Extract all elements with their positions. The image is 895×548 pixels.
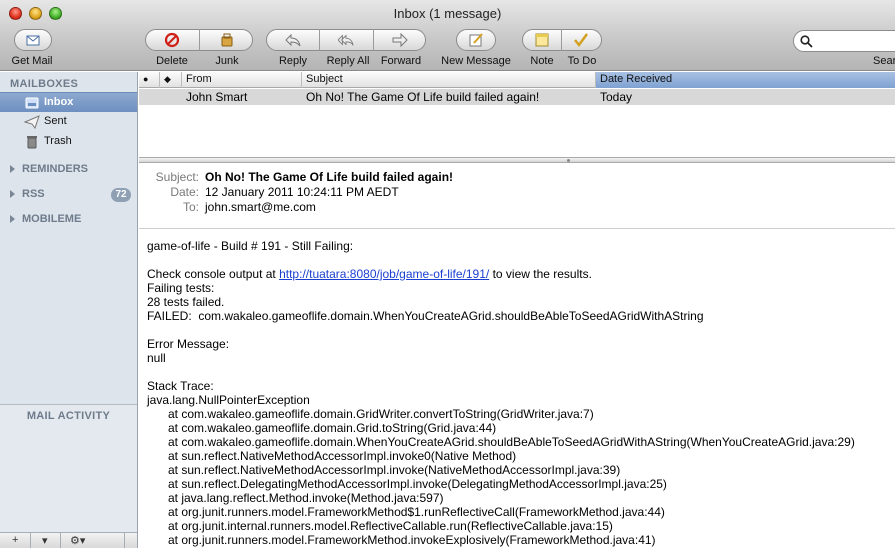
message-subject: Oh No! The Game Of Life build failed aga… bbox=[306, 90, 540, 104]
mail-activity-label: MAIL ACTIVITY bbox=[26, 410, 111, 422]
mail-activity-pane: MAIL ACTIVITY bbox=[0, 404, 137, 532]
mailboxes-header: MAILBOXES bbox=[10, 78, 79, 90]
sidebar-group-reminders[interactable]: REMINDERS bbox=[0, 161, 137, 179]
window-title: Inbox (1 message) bbox=[393, 6, 502, 21]
junk-icon[interactable] bbox=[219, 32, 235, 48]
column-flag[interactable]: ◆ bbox=[160, 72, 182, 88]
message-row[interactable]: John Smart Oh No! The Game Of Life build… bbox=[139, 89, 895, 105]
console-output-link[interactable]: http://tuatara:8080/job/game-of-life/191… bbox=[279, 267, 489, 281]
sidebar-item-sent[interactable]: Sent bbox=[0, 112, 137, 132]
sent-icon bbox=[24, 115, 40, 130]
stack-frame: at org.junit.runners.model.FrameworkMeth… bbox=[168, 533, 656, 547]
show-hide-dropdown-button[interactable]: ▾ bbox=[42, 534, 48, 547]
column-read-status[interactable]: ● bbox=[139, 72, 160, 88]
sidebar: MAILBOXES Inbox Sent Trash REMINDERS RSS… bbox=[0, 72, 138, 548]
stack-frame: at java.lang.reflect.Method.invoke(Metho… bbox=[168, 491, 444, 505]
forward-label: Forward bbox=[380, 55, 422, 67]
exception-line: java.lang.NullPointerException bbox=[147, 393, 310, 407]
search-label: Sear bbox=[873, 55, 895, 67]
stack-frame: at com.wakaleo.gameoflife.domain.WhenYou… bbox=[168, 435, 855, 449]
segment-divider bbox=[561, 29, 562, 51]
reply-icon[interactable] bbox=[285, 32, 301, 48]
stack-frame: at org.junit.internal.runners.model.Refl… bbox=[168, 519, 613, 533]
message-date: Today bbox=[600, 90, 633, 104]
build-status-line: game-of-life - Build # 191 - Still Faili… bbox=[147, 239, 354, 253]
message-date-value: 12 January 2011 10:24:11 PM AEDT bbox=[205, 185, 399, 199]
tests-failed-line: 28 tests failed. bbox=[147, 295, 225, 309]
junk-label: Junk bbox=[215, 55, 239, 67]
message-view: Subject: Oh No! The Game Of Life build f… bbox=[139, 163, 895, 548]
failing-tests-line: Failing tests: bbox=[147, 281, 215, 295]
sidebar-item-inbox[interactable]: Inbox bbox=[0, 92, 137, 112]
forward-icon[interactable] bbox=[392, 32, 408, 48]
stack-frame: at com.wakaleo.gameoflife.domain.GridWri… bbox=[168, 407, 594, 421]
console-output-line: Check console output at http://tuatara:8… bbox=[147, 267, 592, 281]
error-message-value: null bbox=[147, 351, 166, 365]
sidebar-bottom-bar: + ▾ ⚙▾ bbox=[0, 532, 137, 548]
search-field[interactable] bbox=[793, 30, 895, 52]
disclosure-triangle-icon[interactable] bbox=[10, 215, 15, 223]
todo-label: To Do bbox=[567, 55, 597, 67]
unread-count-badge: 72 bbox=[111, 188, 131, 202]
bar-divider bbox=[30, 533, 31, 548]
sidebar-item-label: Inbox bbox=[44, 96, 74, 108]
date-label: Date: bbox=[170, 185, 199, 199]
sidebar-group-rss[interactable]: RSS 72 bbox=[0, 186, 137, 204]
new-message-label: New Message bbox=[441, 55, 511, 67]
segment-divider bbox=[373, 29, 374, 51]
sidebar-group-label: MOBILEME bbox=[22, 213, 82, 225]
delete-icon[interactable] bbox=[164, 32, 180, 48]
message-to-value: john.smart@me.com bbox=[205, 200, 316, 214]
sidebar-group-label: REMINDERS bbox=[22, 163, 89, 175]
search-icon bbox=[800, 35, 813, 48]
todo-icon[interactable] bbox=[573, 32, 589, 48]
message-subject-value: Oh No! The Game Of Life build failed aga… bbox=[205, 170, 454, 184]
console-prefix-text: Check console output at bbox=[147, 267, 280, 281]
toolbar: Inbox (1 message) Get Mail Delete Junk R… bbox=[0, 0, 895, 71]
error-message-label: Error Message: bbox=[147, 337, 230, 351]
get-mail-label: Get Mail bbox=[11, 55, 53, 67]
failed-test-line: FAILED: com.wakaleo.gameoflife.domain.Wh… bbox=[147, 309, 704, 323]
note-label: Note bbox=[530, 55, 554, 67]
message-list-header: ● ◆ From Subject Date Received bbox=[139, 72, 895, 88]
reply-label: Reply bbox=[278, 55, 308, 67]
stack-frame: at sun.reflect.NativeMethodAccessorImpl.… bbox=[168, 463, 621, 477]
note-icon[interactable] bbox=[534, 32, 550, 48]
column-date-received[interactable]: Date Received bbox=[596, 72, 895, 88]
reply-all-label: Reply All bbox=[326, 55, 370, 67]
disclosure-triangle-icon[interactable] bbox=[10, 165, 15, 173]
delete-label: Delete bbox=[156, 55, 188, 67]
sidebar-group-label: RSS bbox=[22, 188, 45, 200]
bar-divider bbox=[60, 533, 61, 548]
column-subject[interactable]: Subject bbox=[302, 72, 596, 88]
add-mailbox-button[interactable]: + bbox=[12, 534, 18, 546]
sidebar-group-mobileme[interactable]: MOBILEME bbox=[0, 211, 137, 229]
envelope-icon bbox=[26, 35, 40, 46]
reply-all-icon[interactable] bbox=[338, 32, 354, 48]
disclosure-triangle-icon[interactable] bbox=[10, 190, 15, 198]
stack-frame: at sun.reflect.DelegatingMethodAccessorI… bbox=[168, 477, 667, 491]
stack-frame: at com.wakaleo.gameoflife.domain.Grid.to… bbox=[168, 421, 497, 435]
resize-handle[interactable] bbox=[124, 533, 125, 548]
message-list: ● ◆ From Subject Date Received John Smar… bbox=[139, 72, 895, 157]
header-divider bbox=[139, 228, 895, 229]
console-suffix-text: to view the results. bbox=[489, 267, 592, 281]
stack-frame: at sun.reflect.NativeMethodAccessorImpl.… bbox=[168, 449, 517, 463]
segment-divider bbox=[319, 29, 320, 51]
to-label: To: bbox=[182, 200, 199, 214]
sidebar-item-label: Sent bbox=[44, 115, 67, 127]
compose-icon bbox=[469, 33, 483, 47]
sidebar-item-trash[interactable]: Trash bbox=[0, 132, 137, 152]
inbox-icon bbox=[25, 97, 39, 109]
segment-divider bbox=[199, 29, 200, 51]
trash-icon bbox=[27, 136, 37, 149]
sidebar-item-label: Trash bbox=[44, 135, 72, 147]
stack-frame: at org.junit.runners.model.FrameworkMeth… bbox=[168, 505, 665, 519]
stack-trace-label: Stack Trace: bbox=[147, 379, 214, 393]
message-from: John Smart bbox=[186, 90, 248, 104]
subject-label: Subject: bbox=[155, 170, 199, 184]
gear-icon[interactable]: ⚙▾ bbox=[70, 534, 85, 547]
column-from[interactable]: From bbox=[182, 72, 302, 88]
splitter-grip-icon bbox=[567, 159, 570, 162]
